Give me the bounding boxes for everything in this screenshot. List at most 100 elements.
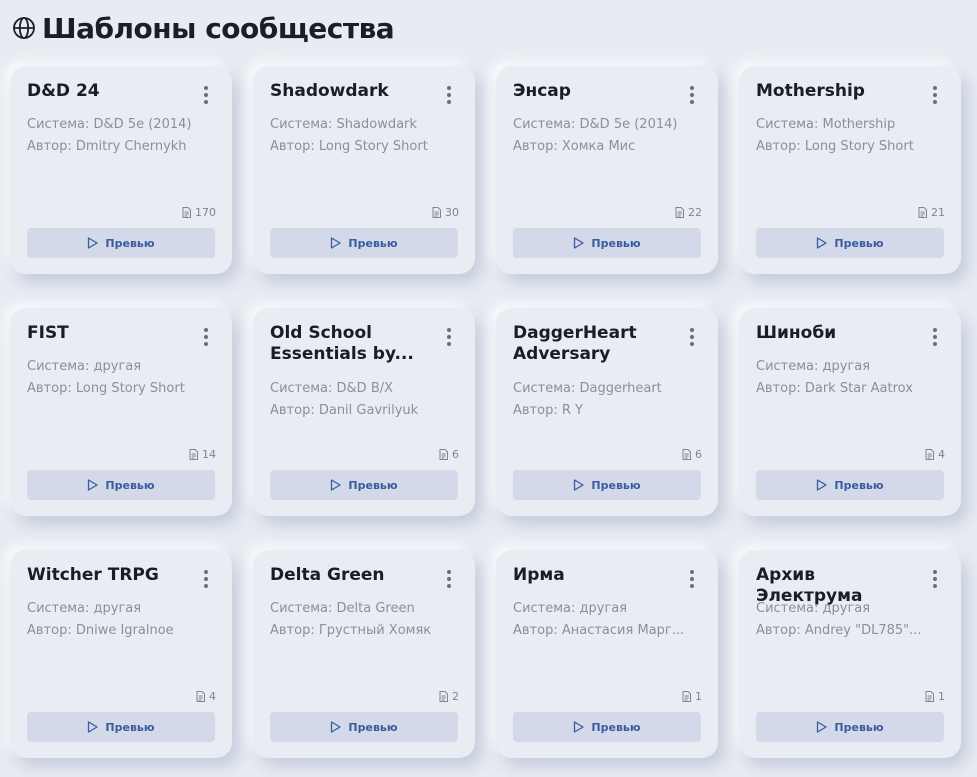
- card-title: Шиноби: [756, 323, 837, 343]
- preview-label: Превью: [834, 478, 884, 492]
- preview-label: Превью: [834, 236, 884, 250]
- more-menu-button[interactable]: [686, 570, 698, 588]
- preview-button[interactable]: Превью: [513, 712, 701, 742]
- card-system: Система: D&D 5e (2014): [513, 117, 678, 132]
- more-dots-icon: [933, 328, 937, 332]
- page-count-value: 21: [931, 206, 945, 219]
- document-icon: [189, 449, 198, 460]
- template-card[interactable]: Mothership Система: Mothership Автор: Lo…: [739, 66, 961, 274]
- document-icon: [925, 691, 934, 702]
- more-menu-button[interactable]: [929, 86, 941, 104]
- card-system: Система: D&D 5e (2014): [27, 117, 192, 132]
- card-author: Автор: R Y: [513, 403, 583, 418]
- page-count-value: 22: [688, 206, 702, 219]
- page-title: Шаблоны сообщества: [42, 11, 395, 45]
- preview-button[interactable]: Превью: [756, 712, 944, 742]
- card-author: Автор: Danil Gavrilyuk: [270, 403, 419, 418]
- card-title: Энсар: [513, 81, 571, 101]
- page-count: 6: [439, 448, 459, 461]
- more-dots-icon: [690, 86, 694, 90]
- preview-button[interactable]: Превью: [270, 712, 458, 742]
- preview-label: Превью: [591, 720, 641, 734]
- preview-button[interactable]: Превью: [270, 228, 458, 258]
- more-menu-button[interactable]: [200, 570, 212, 588]
- preview-label: Превью: [105, 236, 155, 250]
- document-icon: [439, 691, 448, 702]
- more-menu-button[interactable]: [686, 328, 698, 346]
- card-title: Witcher TRPG: [27, 565, 159, 585]
- document-icon: [925, 449, 934, 460]
- template-card[interactable]: DaggerHeart Adversary Система: Daggerhea…: [496, 308, 718, 516]
- document-icon: [196, 691, 205, 702]
- page-count-value: 4: [938, 448, 945, 461]
- page-header: Шаблоны сообщества: [12, 10, 395, 46]
- preview-button[interactable]: Превью: [27, 470, 215, 500]
- card-title: Delta Green: [270, 565, 385, 585]
- more-dots-icon: [204, 86, 208, 90]
- play-icon: [817, 237, 828, 249]
- more-menu-button[interactable]: [929, 570, 941, 588]
- template-card[interactable]: Witcher TRPG Система: другая Автор: Dniw…: [10, 550, 232, 758]
- preview-label: Превью: [834, 720, 884, 734]
- template-card[interactable]: Shadowdark Система: Shadowdark Автор: Lo…: [253, 66, 475, 274]
- preview-button[interactable]: Превью: [27, 228, 215, 258]
- document-icon: [182, 207, 191, 218]
- preview-button[interactable]: Превью: [756, 470, 944, 500]
- more-dots-icon: [204, 570, 208, 574]
- template-card[interactable]: Delta Green Система: Delta Green Автор: …: [253, 550, 475, 758]
- template-card[interactable]: Шиноби Система: другая Автор: Dark Star …: [739, 308, 961, 516]
- card-title: D&D 24: [27, 81, 100, 101]
- card-author: Автор: Хомка Мис: [513, 139, 636, 154]
- more-menu-button[interactable]: [443, 570, 455, 588]
- more-menu-button[interactable]: [200, 86, 212, 104]
- preview-label: Превью: [591, 236, 641, 250]
- card-title: Old School Essentials by...: [270, 323, 414, 364]
- card-author: Автор: Long Story Short: [756, 139, 914, 154]
- page-count-value: 170: [195, 206, 216, 219]
- play-icon: [331, 237, 342, 249]
- page-count: 30: [432, 206, 459, 219]
- card-author: Автор: Dmitry Chernykh: [27, 139, 187, 154]
- preview-button[interactable]: Превью: [756, 228, 944, 258]
- preview-button[interactable]: Превью: [513, 470, 701, 500]
- preview-button[interactable]: Превью: [513, 228, 701, 258]
- page-count-value: 2: [452, 690, 459, 703]
- page-count-value: 1: [938, 690, 945, 703]
- template-card[interactable]: Архив Электрума Система: другая Автор: A…: [739, 550, 961, 758]
- preview-button[interactable]: Превью: [270, 470, 458, 500]
- page-count-value: 1: [695, 690, 702, 703]
- more-menu-button[interactable]: [929, 328, 941, 346]
- document-icon: [675, 207, 684, 218]
- preview-button[interactable]: Превью: [27, 712, 215, 742]
- card-system: Система: другая: [756, 359, 871, 374]
- templates-grid: D&D 24 Система: D&D 5e (2014) Автор: Dmi…: [10, 66, 961, 758]
- page-count: 22: [675, 206, 702, 219]
- document-icon: [918, 207, 927, 218]
- template-card[interactable]: D&D 24 Система: D&D 5e (2014) Автор: Dmi…: [10, 66, 232, 274]
- page-count: 14: [189, 448, 216, 461]
- template-card[interactable]: Энсар Система: D&D 5e (2014) Автор: Хомк…: [496, 66, 718, 274]
- template-card[interactable]: Old School Essentials by... Система: D&D…: [253, 308, 475, 516]
- page-count-value: 4: [209, 690, 216, 703]
- more-dots-icon: [447, 86, 451, 90]
- more-menu-button[interactable]: [443, 86, 455, 104]
- play-icon: [88, 237, 99, 249]
- card-system: Система: Delta Green: [270, 601, 415, 616]
- card-system: Система: другая: [27, 359, 142, 374]
- card-system: Система: другая: [513, 601, 628, 616]
- page-count: 2: [439, 690, 459, 703]
- card-author: Автор: Long Story Short: [270, 139, 428, 154]
- more-menu-button[interactable]: [686, 86, 698, 104]
- page-count: 170: [182, 206, 216, 219]
- more-menu-button[interactable]: [443, 328, 455, 346]
- preview-label: Превью: [105, 478, 155, 492]
- more-dots-icon: [447, 570, 451, 574]
- card-title: Ирма: [513, 565, 565, 585]
- template-card[interactable]: FIST Система: другая Автор: Long Story S…: [10, 308, 232, 516]
- page-count-value: 6: [695, 448, 702, 461]
- play-icon: [574, 479, 585, 491]
- document-icon: [432, 207, 441, 218]
- template-card[interactable]: Ирма Система: другая Автор: Анастасия Ма…: [496, 550, 718, 758]
- play-icon: [574, 721, 585, 733]
- more-menu-button[interactable]: [200, 328, 212, 346]
